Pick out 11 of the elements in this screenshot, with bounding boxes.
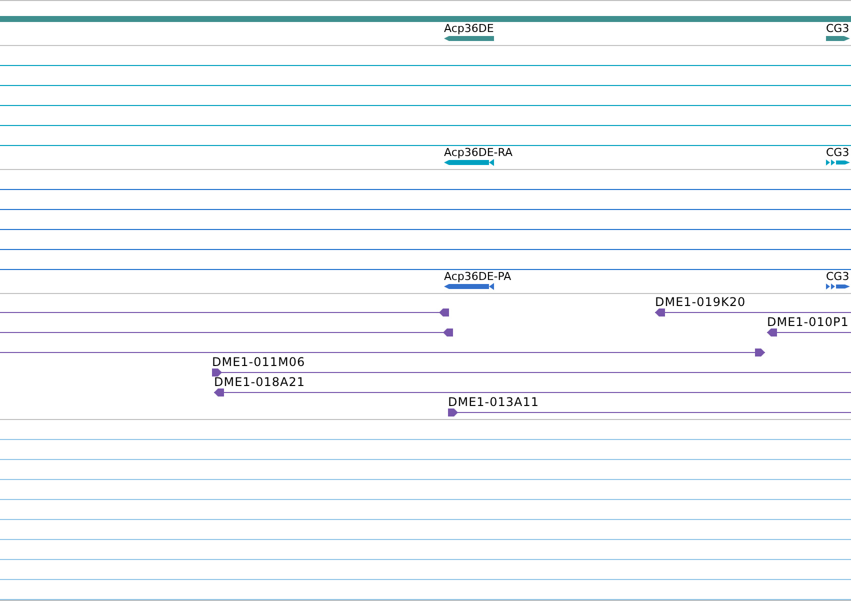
clone-label[interactable]: DME1-010P1	[767, 315, 849, 329]
feature-label[interactable]: Acp36DE	[444, 22, 494, 35]
feature-label[interactable]: Acp36DE-PA	[444, 270, 512, 283]
feature-label[interactable]: CG3	[826, 146, 850, 159]
clone-label[interactable]: DME1-018A21	[214, 375, 306, 389]
clone-label[interactable]: DME1-019K20	[655, 295, 746, 309]
feature-label[interactable]: Acp36DE-RA	[444, 146, 512, 159]
feature-label[interactable]: CG3	[826, 22, 850, 35]
clone-label[interactable]: DME1-011M06	[212, 355, 306, 369]
feature-label[interactable]: CG3	[826, 270, 850, 283]
clone-label[interactable]: DME1-013A11	[448, 395, 540, 409]
